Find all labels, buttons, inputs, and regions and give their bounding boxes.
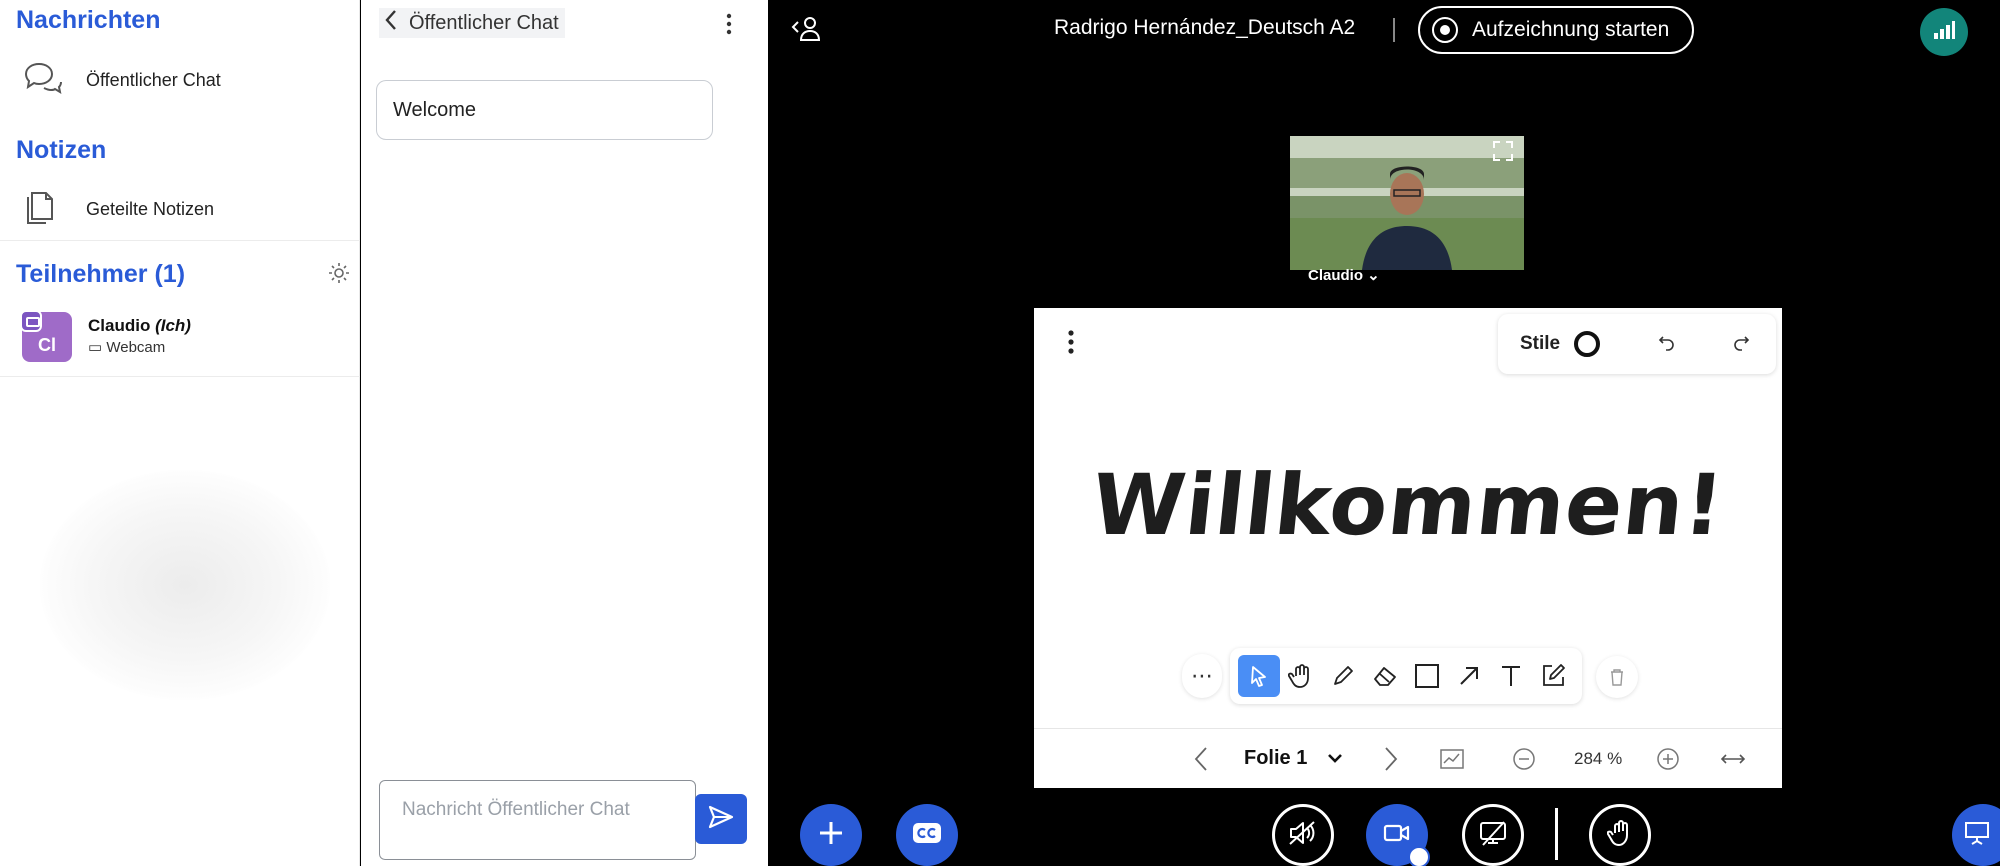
sidebar-item-public-chat[interactable]: Öffentlicher Chat bbox=[22, 58, 221, 102]
more-tools-button[interactable]: ⋯ bbox=[1182, 654, 1222, 698]
record-button[interactable]: Aufzeichnung starten bbox=[1418, 6, 1694, 54]
speaker-muted-icon bbox=[1288, 820, 1318, 850]
zoom-value: 284 % bbox=[1574, 748, 1623, 768]
participant-item[interactable]: Cl Claudio (Ich) ▭ Webcam bbox=[20, 310, 191, 362]
slide-navigation: Folie 1 284 % bbox=[1034, 728, 1782, 788]
plus-icon bbox=[817, 819, 845, 851]
chat-back-button[interactable]: Öffentlicher Chat bbox=[379, 8, 565, 38]
slide-selector[interactable]: Folie 1 bbox=[1244, 747, 1343, 770]
zoom-out-icon[interactable] bbox=[1512, 747, 1536, 771]
toggle-users-list-icon[interactable] bbox=[790, 14, 824, 46]
slide-label: Folie 1 bbox=[1244, 747, 1308, 769]
chevron-down-icon bbox=[1327, 749, 1343, 768]
messages-title: Nachrichten bbox=[16, 6, 161, 34]
video-options-icon[interactable] bbox=[1408, 846, 1430, 866]
divider bbox=[1393, 18, 1395, 42]
previous-slide-icon[interactable] bbox=[1194, 746, 1208, 772]
participant-status-line: ▭ Webcam bbox=[88, 337, 191, 359]
send-icon bbox=[708, 805, 734, 833]
stroke-style-icon[interactable] bbox=[1574, 331, 1601, 357]
rectangle-icon[interactable] bbox=[1406, 655, 1448, 697]
screenshare-button[interactable] bbox=[1462, 804, 1524, 866]
hand-icon bbox=[1606, 819, 1633, 851]
eraser-icon[interactable] bbox=[1364, 655, 1406, 697]
fit-width-icon[interactable] bbox=[1720, 752, 1746, 766]
presentation-icon bbox=[1964, 820, 1990, 850]
select-icon[interactable] bbox=[1238, 655, 1280, 697]
participant-info: Claudio (Ich) ▭ Webcam bbox=[88, 315, 191, 359]
participant-name: Claudio bbox=[88, 316, 151, 335]
avatar: Cl bbox=[20, 310, 72, 362]
whiteboard[interactable]: Stile Willkommen! ⋯ Folie 1 284 % bbox=[1034, 308, 1782, 788]
sidebar-item-label: Geteilte Notizen bbox=[86, 198, 215, 219]
participant-self-tag: (Ich) bbox=[155, 316, 191, 335]
whiteboard-menu-icon[interactable] bbox=[1034, 308, 1108, 376]
connection-status-button[interactable] bbox=[1920, 8, 1968, 56]
chat-title: Öffentlicher Chat bbox=[409, 11, 559, 34]
webcam-video[interactable] bbox=[1290, 136, 1524, 270]
app: Nachrichten Öffentlicher Chat Notizen Ge… bbox=[0, 0, 2000, 866]
webcam-status-icon: ▭ bbox=[88, 339, 103, 356]
text-icon[interactable] bbox=[1490, 655, 1532, 697]
arrow-icon[interactable] bbox=[1448, 655, 1490, 697]
hand-icon[interactable] bbox=[1280, 655, 1322, 697]
drawing-toolbar bbox=[1230, 648, 1582, 704]
notes-title: Notizen bbox=[16, 136, 107, 164]
divider bbox=[0, 376, 360, 377]
participant-status: Webcam bbox=[106, 339, 166, 356]
divider bbox=[0, 240, 360, 241]
moderator-icon bbox=[20, 310, 42, 332]
meeting-title: Radrigo Hernández_Deutsch A2 bbox=[1054, 16, 1356, 39]
slide-heading: Willkommen! bbox=[1087, 456, 1729, 554]
zoom-in-icon[interactable] bbox=[1656, 747, 1680, 771]
pencil-icon[interactable] bbox=[1322, 655, 1364, 697]
trash-icon[interactable] bbox=[1596, 656, 1638, 698]
record-label: Aufzeichnung starten bbox=[1472, 18, 1670, 41]
participant-name-line: Claudio (Ich) bbox=[88, 315, 191, 337]
divider bbox=[1555, 808, 1558, 860]
undo-icon[interactable] bbox=[1658, 333, 1676, 355]
signal-bars-icon bbox=[1932, 19, 1956, 45]
chat-message-input[interactable]: Nachricht Öffentlicher Chat bbox=[379, 780, 696, 860]
captions-button[interactable] bbox=[896, 804, 958, 866]
fullscreen-icon[interactable] bbox=[1492, 140, 1514, 166]
record-icon bbox=[1432, 17, 1458, 43]
notes-icon bbox=[22, 187, 62, 231]
redo-icon[interactable] bbox=[1732, 333, 1750, 355]
closed-captions-icon bbox=[912, 822, 942, 848]
chat-options-icon[interactable] bbox=[725, 12, 733, 40]
chat-bubbles-icon bbox=[22, 60, 62, 100]
send-button[interactable] bbox=[695, 794, 747, 844]
presentation-button[interactable] bbox=[1952, 804, 2000, 866]
video-camera-icon bbox=[1383, 823, 1411, 847]
audio-button[interactable] bbox=[1272, 804, 1334, 866]
raise-hand-button[interactable] bbox=[1589, 804, 1651, 866]
sidebar-item-shared-notes[interactable]: Geteilte Notizen bbox=[22, 187, 214, 231]
webcam-user-label[interactable]: Claudio ⌄ bbox=[1308, 266, 1380, 284]
loading-shadow bbox=[40, 470, 330, 700]
participants-title: Teilnehmer (1) bbox=[16, 260, 186, 288]
screenshare-off-icon bbox=[1479, 820, 1507, 850]
gear-icon[interactable] bbox=[328, 262, 350, 288]
welcome-message: Welcome bbox=[376, 80, 713, 140]
actions-button[interactable] bbox=[800, 804, 862, 866]
sidebar: Nachrichten Öffentlicher Chat Notizen Ge… bbox=[0, 0, 360, 866]
note-icon[interactable] bbox=[1532, 655, 1574, 697]
chevron-left-icon bbox=[381, 7, 409, 40]
style-label: Stile bbox=[1520, 333, 1561, 354]
style-panel[interactable]: Stile bbox=[1498, 314, 1776, 374]
avatar-initials: Cl bbox=[38, 335, 56, 355]
graph-icon[interactable] bbox=[1440, 748, 1464, 769]
next-slide-icon[interactable] bbox=[1384, 746, 1398, 772]
sidebar-item-label: Öffentlicher Chat bbox=[86, 69, 221, 90]
